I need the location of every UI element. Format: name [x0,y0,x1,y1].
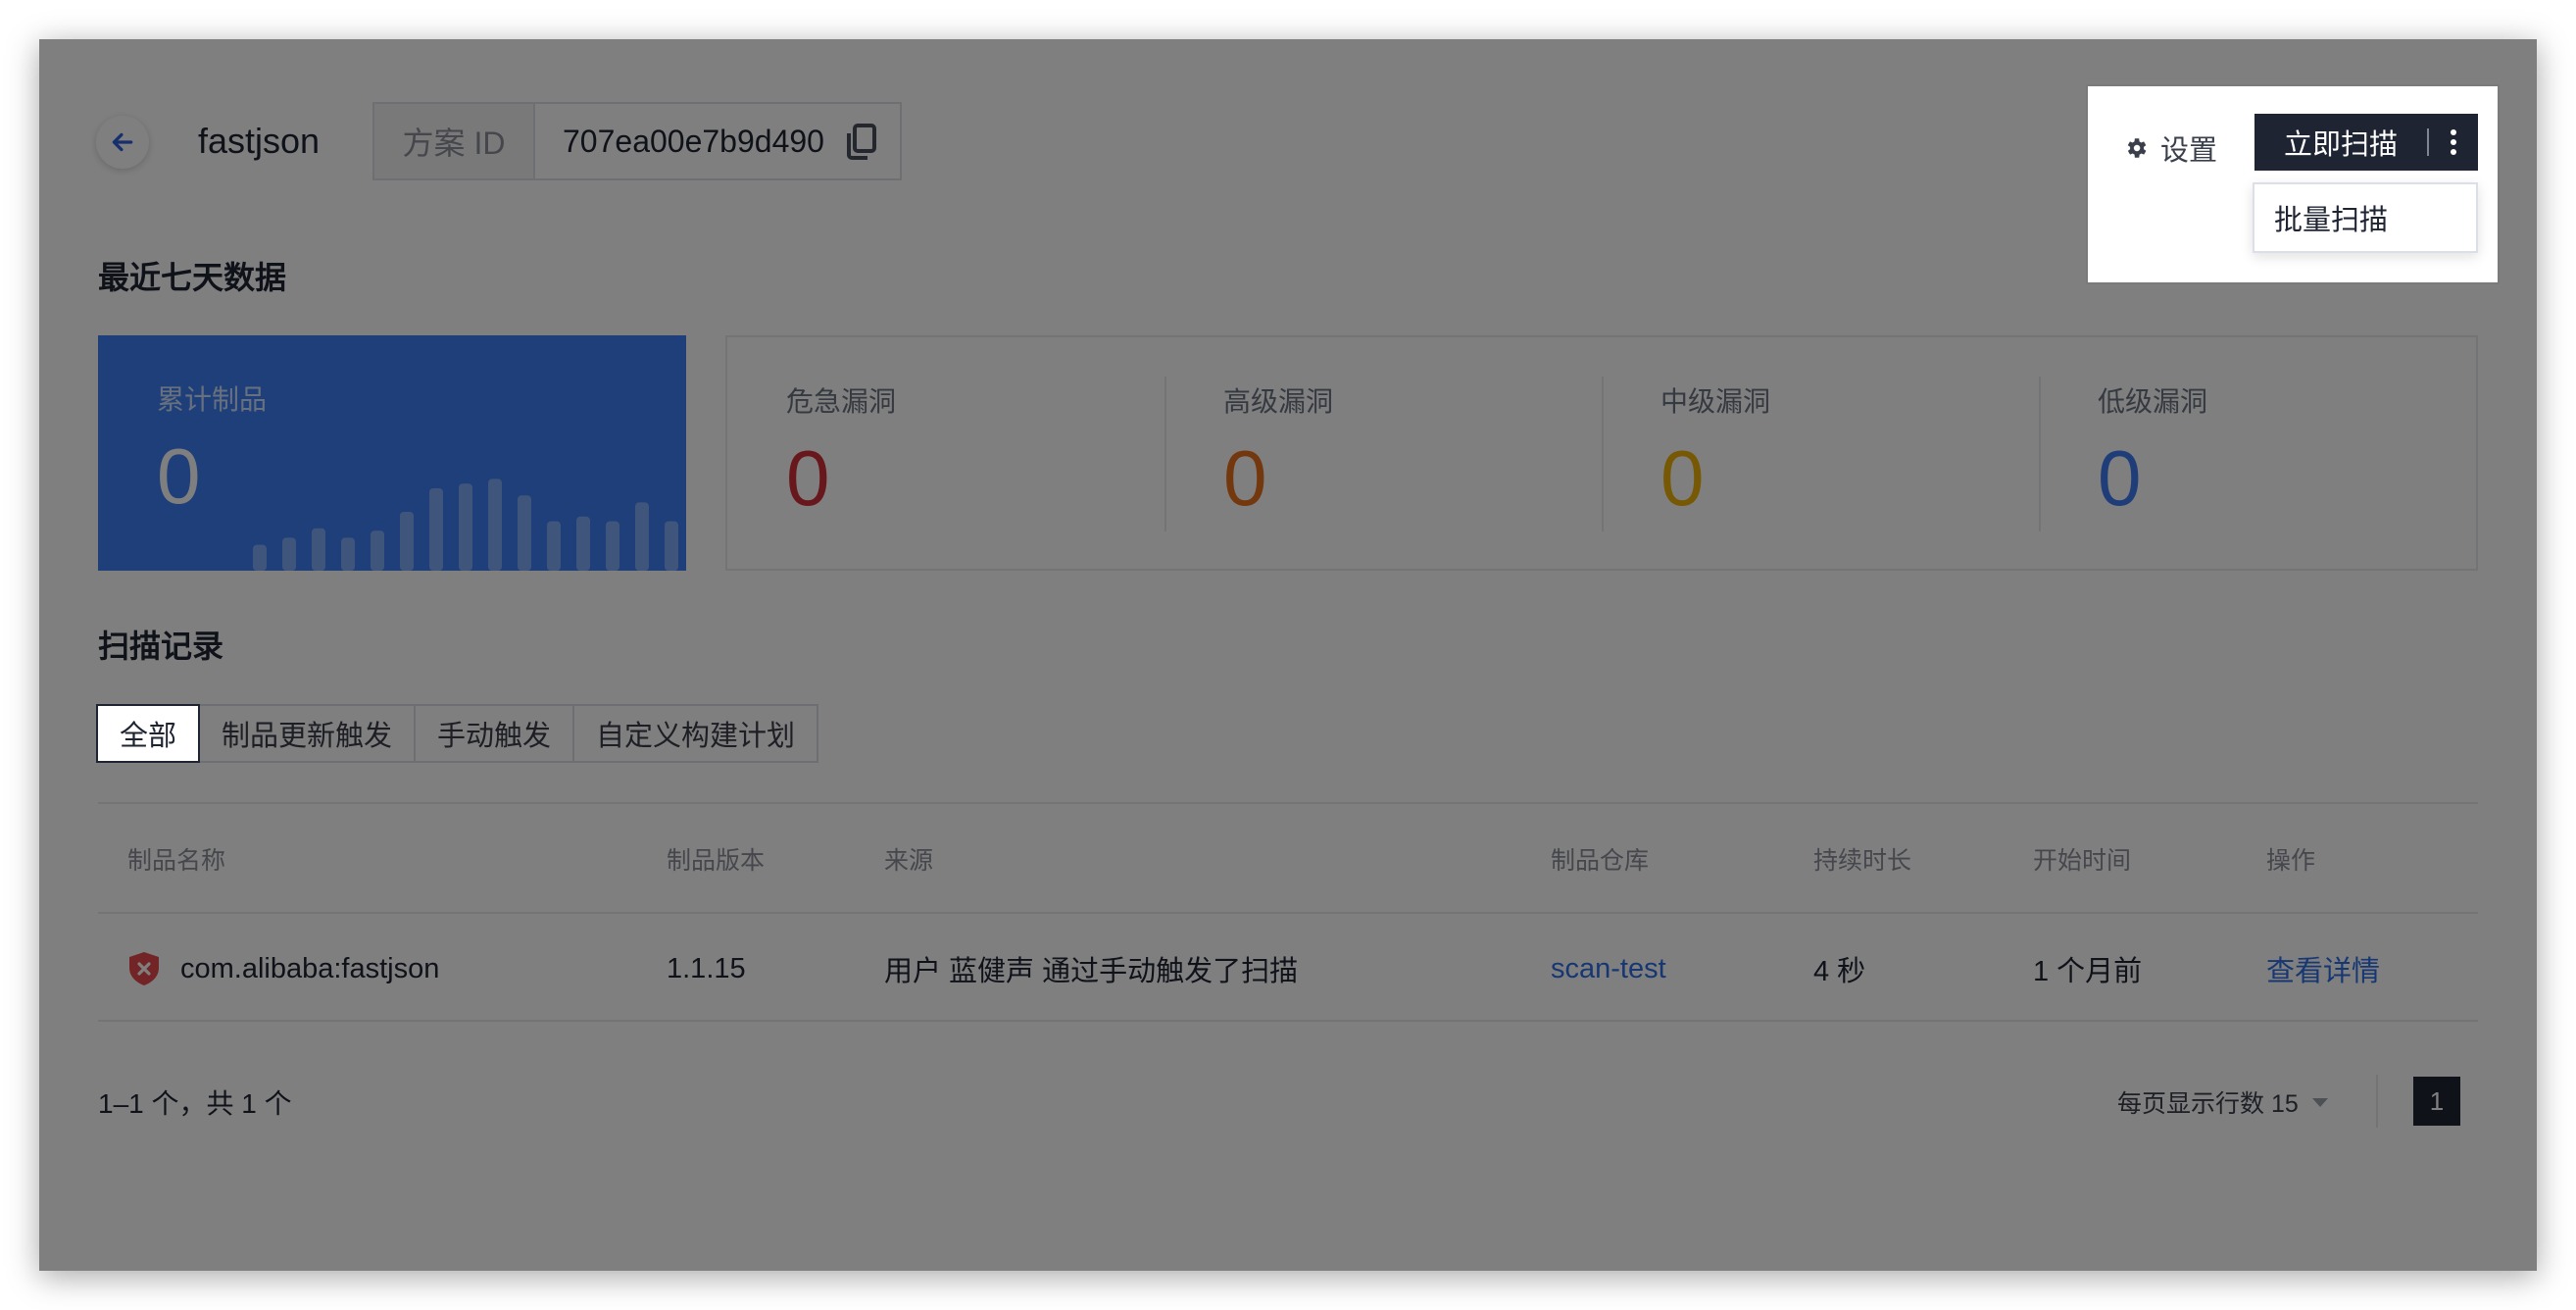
batch-scan-menu-item[interactable]: 批量扫描 [2274,197,2388,238]
tab-all[interactable]: 全部 [96,704,201,763]
scan-now-label: 立即扫描 [2283,129,2398,161]
settings-label: 设置 [2160,135,2218,167]
settings-button[interactable]: 设置 [2123,127,2217,169]
highlighted-toolbar: 设置 立即扫描 批量扫描 [2086,84,2500,284]
more-vertical-icon[interactable] [2429,114,2478,171]
scan-now-button[interactable]: 立即扫描 [2254,114,2478,171]
scan-dropdown-menu: 批量扫描 [2253,182,2478,253]
app-window: fastjson 方案 ID 707ea00e7b9d490 最近七天数据 累计… [39,39,2537,1271]
gear-icon [2127,138,2147,158]
